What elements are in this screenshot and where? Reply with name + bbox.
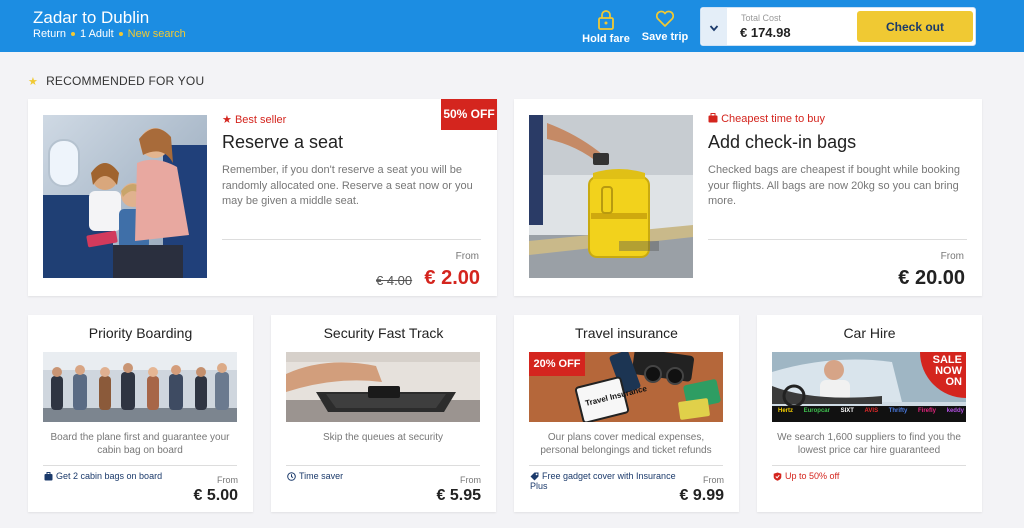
perk: Up to 50% off [773,471,923,481]
cost-breakdown-toggle[interactable] [701,8,727,45]
best-seller-tag: ★ Best seller [222,113,286,126]
total-cost-panel: Total Cost € 174.98 Check out [700,7,976,46]
security-fast-track-card[interactable]: Security Fast Track Skip the queues at s… [271,315,496,512]
route-title: Zadar to Dublin [33,8,150,27]
cheapest-time-label: Cheapest time to buy [721,113,826,125]
price: € 5.95 [436,487,481,504]
divider [43,465,237,466]
from-label: From [703,475,724,485]
card-title: Security Fast Track [323,325,444,341]
total-cost-value: € 174.98 [740,25,791,40]
top-bar: Zadar to Dublin Return 1 Adult New search … [0,0,1024,52]
card-description: Board the plane first and guarantee your… [50,432,230,456]
card-description: Our plans cover medical expenses, person… [540,432,712,456]
lock-icon [598,10,614,30]
family-seat-photo [43,115,207,278]
brand-logo: keddy [946,408,964,414]
card-title: Car Hire [843,325,896,341]
price: € 5.00 [193,487,238,504]
heart-icon [655,10,675,27]
card-title: Reserve a seat [222,132,344,152]
priority-boarding-card[interactable]: Priority Boarding Board the plane first … [28,315,253,512]
from-label: From [217,475,238,485]
cheapest-time-tag: Cheapest time to buy [708,113,825,125]
from-label: From [460,475,481,485]
brand-logo: Thrifty [888,408,908,414]
chevron-down-icon [709,20,719,38]
card-title: Priority Boarding [88,325,193,341]
suitcase-icon [708,113,718,123]
card-description: Skip the queues at security [322,432,444,443]
card-description: Checked bags are cheapest if bought whil… [708,164,960,207]
card-title: Add check-in bags [708,132,857,152]
brand-logo: AVIS [864,408,879,414]
perk-text: Up to 50% off [785,471,840,481]
hold-fare-label: Hold fare [582,33,630,45]
suitcase-photo [529,115,693,278]
divider [286,465,480,466]
divider [772,465,966,466]
separator-dot [118,32,123,37]
checkout-button[interactable]: Check out [857,11,973,42]
price: € 9.99 [679,487,724,504]
bag-icon [44,472,53,481]
separator-dot [71,32,76,37]
brand-logo: Europcar [803,408,830,414]
save-trip-label: Save trip [641,31,689,43]
star-icon: ★ [28,76,39,88]
perk-text: Free gadget cover with Insurance Plus [530,471,676,491]
trip-summary: Return 1 Adult New search [33,28,186,40]
perk: Time saver [287,471,437,481]
checkin-bags-card[interactable]: Cheapest time to buy Add check-in bags C… [514,99,982,296]
best-seller-label: Best seller [234,114,287,126]
save-trip-button[interactable]: Save trip [640,10,690,43]
brand-logo: Firefly [917,408,936,414]
card-title: Travel insurance [575,325,678,341]
tag-icon [530,472,539,481]
sale-line: ON [945,376,963,388]
new-search-link[interactable]: New search [128,28,186,40]
perk: Free gadget cover with Insurance Plus [530,471,680,491]
security-tray-photo [286,352,480,422]
from-label: From [455,251,479,262]
discount-badge: 50% OFF [441,99,497,130]
reserve-seat-card[interactable]: ★ Best seller Reserve a seat Remember, i… [28,99,497,296]
divider [529,465,723,466]
shield-icon [773,472,782,481]
perk-text: Time saver [299,471,344,481]
travel-insurance-card[interactable]: Travel insurance Travel Insurance 20% OF… [514,315,739,512]
discount-badge: 20% OFF [529,352,585,376]
discounted-price: € 2.00 [424,267,480,289]
divider [222,239,481,240]
car-brands-strip: Hertz Europcar SIXT AVIS Thrifty Firefly… [778,408,964,414]
perk-text: Get 2 cabin bags on board [56,471,163,481]
section-title: ★ RECOMMENDED FOR YOU [28,74,204,88]
trip-type: Return [33,28,67,40]
divider [708,239,967,240]
passenger-count: 1 Adult [80,28,114,40]
from-label: From [940,251,964,262]
section-title-text: RECOMMENDED FOR YOU [46,74,205,88]
clock-icon [287,472,296,481]
brand-logo: Hertz [778,408,794,414]
total-cost-label: Total Cost [741,13,782,23]
perk: Get 2 cabin bags on board [44,471,194,481]
brand-logo: SIXT [840,408,854,414]
price: € 20.00 [898,267,965,289]
hold-fare-button[interactable]: Hold fare [581,10,631,45]
star-icon: ★ [222,114,232,126]
car-hire-card[interactable]: Car Hire Hertz Europcar SIXT AVIS Thrift… [757,315,982,512]
boarding-queue-photo [43,352,237,422]
card-description: Remember, if you don't reserve a seat yo… [222,164,473,207]
card-description: We search 1,600 suppliers to find you th… [777,432,961,456]
original-price: € 4.00 [376,273,413,288]
